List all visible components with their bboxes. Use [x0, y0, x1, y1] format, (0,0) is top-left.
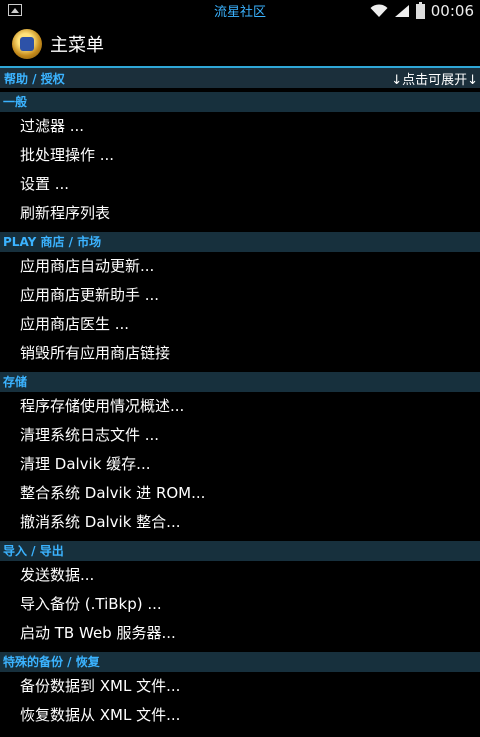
menu-item-integrate-dalvik[interactable]: 整合系统 Dalvik 进 ROM...: [0, 479, 480, 508]
page-title: 主菜单: [50, 35, 104, 56]
menu-item-store-update-helper[interactable]: 应用商店更新助手 ...: [0, 281, 480, 310]
expand-hint: ↓点击可展开↓: [391, 73, 478, 88]
section-header-general: 一般: [0, 92, 480, 112]
menu-item-clean-dalvik-cache[interactable]: 清理 Dalvik 缓存...: [0, 450, 480, 479]
menu-item-restore-from-xml[interactable]: 恢复数据从 XML 文件...: [0, 701, 480, 730]
signal-icon: [394, 4, 410, 18]
menu-item-destroy-store-links[interactable]: 销毁所有应用商店链接: [0, 339, 480, 368]
clock: 00:06: [430, 2, 474, 20]
menu-item-undo-dalvik[interactable]: 撤消系统 Dalvik 整合...: [0, 508, 480, 537]
menu-item-start-web-server[interactable]: 启动 TB Web 服务器...: [0, 619, 480, 648]
app-logo-icon[interactable]: [12, 29, 42, 59]
menu-item-batch-actions[interactable]: 批处理操作 ...: [0, 141, 480, 170]
menu-item-backup-to-xml[interactable]: 备份数据到 XML 文件...: [0, 672, 480, 701]
battery-icon: [415, 1, 425, 19]
menu-item-send-data[interactable]: 发送数据...: [0, 561, 480, 590]
wifi-icon: [370, 4, 388, 18]
help-license-label: 帮助 / 授权: [4, 72, 65, 86]
status-icons: 00:06: [370, 1, 474, 20]
section-header-import-export: 导入 / 导出: [0, 541, 480, 561]
action-bar: 主菜单: [0, 22, 480, 68]
menu-item-refresh-app-list[interactable]: 刷新程序列表: [0, 199, 480, 228]
main-menu-list: 一般 过滤器 ... 批处理操作 ... 设置 ... 刷新程序列表 PLAY …: [0, 88, 480, 730]
status-bar: 流星社区 00:06: [0, 0, 480, 22]
menu-item-store-auto-update[interactable]: 应用商店自动更新...: [0, 252, 480, 281]
menu-item-store-doctor[interactable]: 应用商店医生 ...: [0, 310, 480, 339]
menu-item-filters[interactable]: 过滤器 ...: [0, 112, 480, 141]
help-license-bar[interactable]: 帮助 / 授权 ↓点击可展开↓: [0, 68, 480, 88]
section-header-special-backup: 特殊的备份 / 恢复: [0, 652, 480, 672]
section-header-play-store: PLAY 商店 / 市场: [0, 232, 480, 252]
menu-item-storage-overview[interactable]: 程序存储使用情况概述...: [0, 392, 480, 421]
menu-item-import-backup[interactable]: 导入备份 (.TiBkp) ...: [0, 590, 480, 619]
menu-item-clean-logs[interactable]: 清理系统日志文件 ...: [0, 421, 480, 450]
section-header-storage: 存储: [0, 372, 480, 392]
menu-item-settings[interactable]: 设置 ...: [0, 170, 480, 199]
